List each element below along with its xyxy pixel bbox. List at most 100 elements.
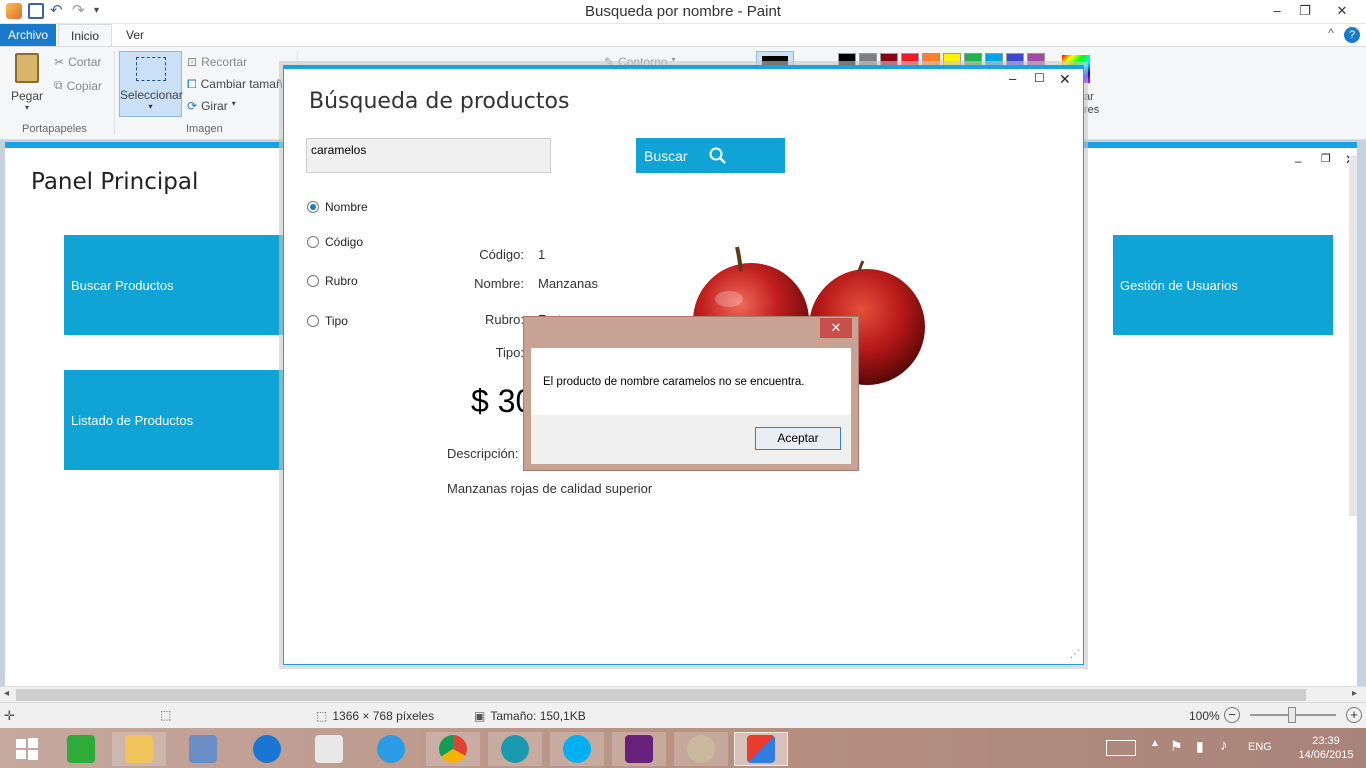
help-icon[interactable]: ? <box>1344 27 1360 43</box>
main-restore-icon[interactable]: ❐ <box>1321 152 1331 165</box>
rotate-button[interactable]: ⟳ Girar ▾ <box>187 99 236 113</box>
status-bar: ✛ ⬚ ⬚ 1366 × 768 píxeles ▣ Tamaño: 150,1KB… <box>0 702 1366 728</box>
paste-button[interactable]: Pegar ▾ <box>10 53 44 112</box>
battery-icon[interactable]: ▮ <box>1196 738 1204 755</box>
search-minimize-icon[interactable]: – <box>1009 71 1016 86</box>
minimize-button[interactable]: – <box>1262 0 1292 22</box>
paint-taskbar-icon[interactable] <box>734 732 788 766</box>
clock-time: 23:39 <box>1312 735 1340 747</box>
file-explorer-taskbar-icon[interactable] <box>112 732 166 766</box>
descripcion-label: Descripción: <box>447 446 519 461</box>
tipo-label: Tipo: <box>495 345 524 360</box>
clock-date: 14/06/2015 <box>1298 749 1354 761</box>
clipboard-icon <box>15 53 39 83</box>
selection-size-icon: ⬚ <box>160 708 172 722</box>
virtualbox-taskbar-icon[interactable] <box>176 732 230 766</box>
resize-grip-icon[interactable]: ⋰ <box>1070 649 1080 660</box>
panel-title: Panel Principal <box>31 169 199 195</box>
window-title: Busqueda por nombre - Paint <box>585 3 781 20</box>
dimensions-icon: ⬚ <box>316 709 328 723</box>
tab-archivo[interactable]: Archivo <box>0 24 56 46</box>
message-text: El producto de nombre caramelos no se en… <box>543 376 805 388</box>
radio-codigo[interactable]: Código <box>307 235 363 249</box>
tile-gestion-usuarios[interactable]: Gestión de Usuarios <box>1113 235 1333 335</box>
system-clock[interactable]: 23:39 14/06/2015 <box>1296 734 1356 762</box>
ribbon-collapse-icon[interactable]: ^ <box>1322 26 1340 44</box>
radio-tipo-label: Tipo <box>325 314 348 328</box>
crop-icon: ⊡ <box>187 55 198 69</box>
crop-label: Recortar <box>201 55 248 69</box>
horizontal-scrollbar[interactable]: ◂ ▸ <box>0 686 1366 702</box>
rubro-label: Rubro: <box>484 312 524 327</box>
file-size-text: Tamaño: 150,1KB <box>490 709 586 723</box>
touch-keyboard-icon[interactable] <box>1106 740 1136 756</box>
message-box-close-button[interactable]: ✕ <box>820 318 852 338</box>
apps-taskbar-icon[interactable] <box>302 732 356 766</box>
zoom-out-icon[interactable]: − <box>1224 707 1240 723</box>
search-button[interactable]: Buscar <box>636 138 785 173</box>
tab-inicio[interactable]: Inicio <box>58 24 113 46</box>
ok-button[interactable]: Aceptar <box>755 427 841 450</box>
radio-codigo-label: Código <box>325 235 364 249</box>
message-box-footer: Aceptar <box>531 415 851 464</box>
scroll-thumb[interactable] <box>16 689 1306 701</box>
windows-logo-icon <box>16 738 38 760</box>
radio-nombre-label: Nombre <box>325 200 368 214</box>
tile-listado-productos[interactable]: Listado de Productos <box>64 370 286 470</box>
paint-palette-taskbar-icon[interactable] <box>674 732 728 766</box>
zoom-slider-thumb[interactable] <box>1288 707 1296 723</box>
tile-buscar-productos[interactable]: Buscar Productos <box>64 235 286 335</box>
network-app-taskbar-icon[interactable] <box>488 732 542 766</box>
copy-button[interactable]: ⧉ Copiar <box>54 78 102 93</box>
select-dropdown-icon: ▾ <box>148 102 153 111</box>
maximize-button[interactable]: ❐ <box>1290 0 1320 22</box>
ribbon-separator <box>114 51 115 135</box>
cut-button[interactable]: ✂ Cortar <box>54 55 101 69</box>
start-button[interactable] <box>0 732 54 766</box>
search-input[interactable]: caramelos <box>306 138 551 173</box>
volume-icon[interactable]: ♪ <box>1220 737 1228 754</box>
action-center-icon[interactable]: ⚑ <box>1170 738 1183 755</box>
search-title: Búsqueda de productos <box>309 89 570 114</box>
resize-button[interactable]: ⧠ Cambiar tamañ <box>187 77 283 92</box>
select-label: Seleccionar <box>120 88 183 102</box>
select-button[interactable]: Seleccionar ▾ <box>119 51 183 117</box>
show-hidden-icons[interactable]: ▲ <box>1150 738 1160 749</box>
input-language[interactable]: ENG <box>1248 741 1272 753</box>
scroll-right-icon[interactable]: ▸ <box>1352 688 1357 699</box>
rotate-icon: ⟳ <box>187 99 198 113</box>
main-scrollbar[interactable] <box>1349 156 1357 516</box>
radio-nombre[interactable]: Nombre <box>307 200 368 214</box>
rotate-label: Girar <box>201 99 228 113</box>
internet-explorer-taskbar-icon[interactable] <box>364 732 418 766</box>
main-minimize-icon[interactable]: – <box>1295 154 1302 168</box>
chrome-taskbar-icon[interactable] <box>426 732 480 766</box>
search-button-label: Buscar <box>644 147 688 164</box>
radio-tipo[interactable]: Tipo <box>307 314 348 328</box>
skype-taskbar-icon[interactable] <box>550 732 604 766</box>
disk-icon: ▣ <box>474 709 486 723</box>
nombre-label: Nombre: <box>474 276 524 291</box>
tab-ver[interactable]: Ver <box>114 24 156 46</box>
search-close-icon[interactable]: ✕ <box>1059 71 1071 88</box>
image-dimensions: ⬚ 1366 × 768 píxeles <box>316 709 434 723</box>
search-maximize-icon[interactable]: ☐ <box>1034 71 1045 85</box>
radio-unselected-icon <box>307 236 319 248</box>
crop-button[interactable]: ⊡ Recortar <box>187 55 247 69</box>
radio-rubro-label: Rubro <box>325 274 358 288</box>
radio-unselected-icon <box>307 275 319 287</box>
copy-icon: ⧉ <box>54 78 63 92</box>
scroll-left-icon[interactable]: ◂ <box>4 688 9 699</box>
edit-colors-label-line1: ar <box>1084 91 1094 103</box>
visual-studio-taskbar-icon[interactable] <box>612 732 666 766</box>
close-button[interactable]: ✕ <box>1318 0 1366 22</box>
zoom-in-icon[interactable]: + <box>1346 707 1362 723</box>
teamviewer-taskbar-icon[interactable] <box>240 732 294 766</box>
cursor-position-icon: ✛ <box>4 708 15 723</box>
descripcion-value: Manzanas rojas de calidad superior <box>447 481 653 496</box>
scissors-icon: ✂ <box>54 55 65 69</box>
copy-label: Copiar <box>66 78 102 93</box>
radio-rubro[interactable]: Rubro <box>307 274 358 288</box>
store-taskbar-icon[interactable] <box>54 732 108 766</box>
edit-colors-label-line2: res <box>1084 104 1100 116</box>
